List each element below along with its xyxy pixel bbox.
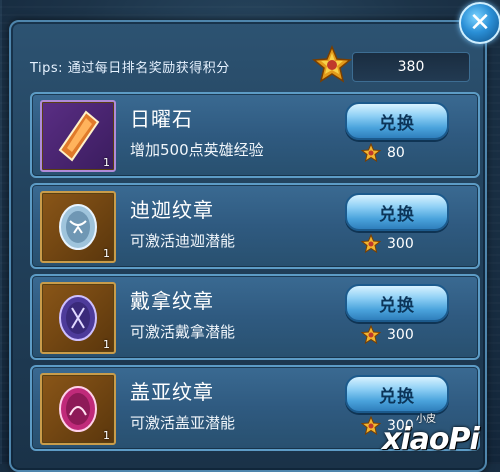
item-count: 1 xyxy=(103,156,110,169)
item-name: 迪迦纹章 xyxy=(130,198,214,222)
star-points-icon xyxy=(361,325,381,345)
item-desc: 可激活戴拿潜能 xyxy=(130,323,236,341)
item-name: 盖亚纹章 xyxy=(130,380,214,404)
star-points-icon xyxy=(312,45,352,83)
watermark-text: xiaoPi xyxy=(382,422,480,457)
watermark: 小皮 xiaoPi xyxy=(380,408,500,464)
item-name: 戴拿纹章 xyxy=(130,289,214,313)
item-count: 1 xyxy=(103,338,110,351)
cost-value: 300 xyxy=(387,327,414,343)
item-desc: 增加500点英雄经验 xyxy=(130,141,264,159)
item-slot[interactable]: 1 xyxy=(40,282,116,354)
star-points-icon xyxy=(361,143,381,163)
item-slot[interactable]: 1 xyxy=(40,373,116,445)
exchange-button[interactable]: 兑换 xyxy=(345,102,449,140)
cost-value: 300 xyxy=(387,236,414,252)
list-item: 1 日曜石 增加500点英雄经验 兑换 80 xyxy=(30,92,480,178)
list-item: 1 迪迦纹章 可激活迪迦潜能 兑换 300 xyxy=(30,183,480,269)
item-desc: 可激活迪迦潜能 xyxy=(130,232,236,250)
tips-bar: Tips: 通过每日排名奖励获得积分 380 xyxy=(30,45,470,83)
sun-stone-icon xyxy=(58,110,100,162)
exchange-button[interactable]: 兑换 xyxy=(345,193,449,231)
dyna-emblem-icon xyxy=(59,295,97,341)
item-count: 1 xyxy=(103,247,110,260)
tiga-emblem-icon xyxy=(59,204,97,250)
item-desc: 可激活盖亚潜能 xyxy=(130,414,236,432)
item-slot[interactable]: 1 xyxy=(40,191,116,263)
gaia-emblem-icon xyxy=(59,386,97,432)
list-item: 1 戴拿纹章 可激活戴拿潜能 兑换 300 xyxy=(30,274,480,360)
item-name: 日曜石 xyxy=(130,107,193,131)
item-slot[interactable]: 1 xyxy=(40,100,116,172)
star-points-icon xyxy=(361,234,381,254)
close-icon[interactable]: ✕ xyxy=(459,2,500,44)
star-points-icon xyxy=(361,416,381,436)
item-count: 1 xyxy=(103,429,110,442)
cost-value: 80 xyxy=(387,145,405,161)
tips-text: Tips: 通过每日排名奖励获得积分 xyxy=(30,60,230,76)
exchange-button[interactable]: 兑换 xyxy=(345,284,449,322)
points-value: 380 xyxy=(352,52,470,82)
